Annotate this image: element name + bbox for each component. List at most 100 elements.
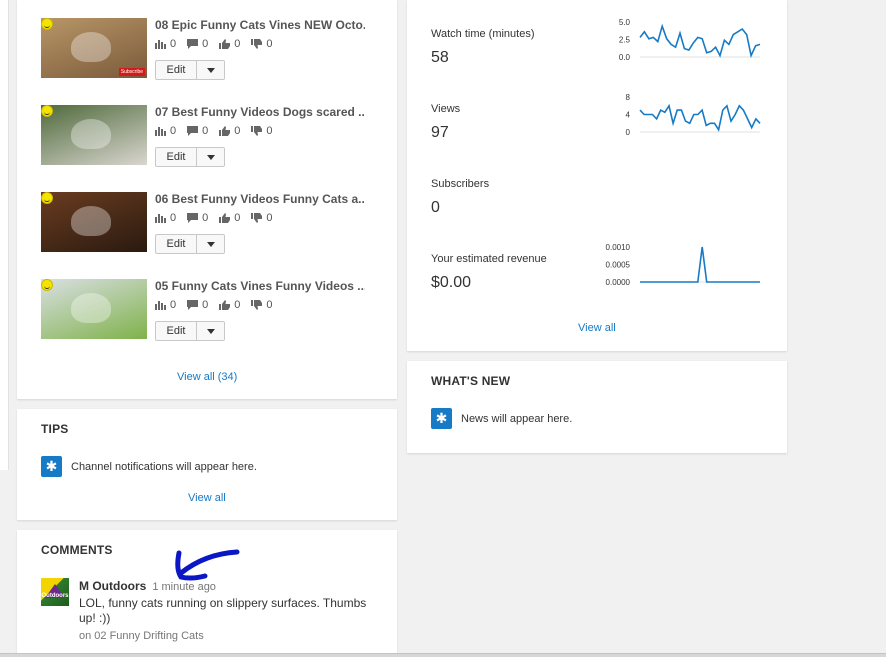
edit-dropdown-button[interactable] <box>197 147 225 167</box>
thumbs-up-icon <box>219 126 231 136</box>
video-thumbnail[interactable] <box>41 105 147 165</box>
video-thumbnail[interactable]: Subscribe <box>41 18 147 78</box>
comment-author[interactable]: M Outdoors <box>79 579 146 593</box>
smiley-icon <box>41 279 53 291</box>
comments-card: COMMENTS Outdoors M Outdoors 1 minute ago… <box>17 530 397 655</box>
dislikes-stat: 0 <box>251 299 273 311</box>
comment-video-reference[interactable]: on 02 Funny Drifting Cats <box>79 630 379 642</box>
sparkline-tick-label: 5.0 <box>619 18 631 27</box>
edit-dropdown-button[interactable] <box>197 60 225 80</box>
commenter-avatar[interactable]: Outdoors <box>41 578 69 606</box>
comment-icon <box>187 213 199 223</box>
recent-videos-card: Subscribe 08 Epic Funny Cats Vines NEW Oc… <box>17 0 397 399</box>
thumbs-up-icon <box>219 39 231 49</box>
metric-value: $0.00 <box>431 274 472 291</box>
metric-sparkline: 8 4 0 <box>626 93 761 137</box>
dislikes-stat: 0 <box>251 38 273 50</box>
smiley-icon <box>41 192 53 204</box>
videos-view-all-link[interactable]: View all (34) <box>177 371 237 383</box>
metric-sparkline: 5.0 2.5 0.0 <box>619 18 761 62</box>
metric-value: 58 <box>431 49 449 66</box>
views-count: 0 <box>170 212 177 224</box>
edit-button-group: Edit <box>155 234 225 254</box>
sparkline-tick-label: 0.0 <box>619 53 631 62</box>
arrow-annotation-icon <box>175 549 240 581</box>
chevron-down-icon <box>206 328 215 334</box>
edit-dropdown-button[interactable] <box>197 321 225 341</box>
video-row: 05 Funny Cats Vines Funny Videos ... 0 0 0 0… <box>41 279 401 343</box>
metric-value: 97 <box>431 124 449 141</box>
metric-label: Views <box>431 103 461 115</box>
video-title[interactable]: 05 Funny Cats Vines Funny Videos ... <box>155 279 365 293</box>
comments-count: 0 <box>202 38 209 50</box>
metric-value: 0 <box>431 199 440 216</box>
edit-button[interactable]: Edit <box>155 60 197 80</box>
whats-new-message: News will appear here. <box>461 413 573 425</box>
thumbs-down-icon <box>251 300 263 310</box>
likes-stat: 0 <box>219 212 240 224</box>
dislikes-count: 0 <box>266 299 273 311</box>
video-row: Subscribe 08 Epic Funny Cats Vines NEW Oc… <box>41 18 401 82</box>
likes-count: 0 <box>234 38 241 50</box>
comments-heading: COMMENTS <box>41 543 113 557</box>
views-stat: 0 <box>155 212 176 224</box>
likes-count: 0 <box>234 125 241 137</box>
thumbs-up-icon <box>219 213 231 223</box>
views-bar-icon <box>155 300 166 310</box>
smiley-icon <box>41 18 53 30</box>
views-stat: 0 <box>155 125 176 137</box>
metric-label: Your estimated revenue <box>431 253 547 265</box>
views-stat: 0 <box>155 299 176 311</box>
smiley-icon <box>41 105 53 117</box>
views-count: 0 <box>170 38 177 50</box>
edit-button[interactable]: Edit <box>155 321 197 341</box>
dislikes-count: 0 <box>266 38 273 50</box>
sparkline-tick-label: 4 <box>626 111 631 120</box>
video-title[interactable]: 08 Epic Funny Cats Vines NEW Octo... <box>155 18 365 32</box>
whats-new-heading: WHAT'S NEW <box>431 374 511 388</box>
star-info-icon: ✱ <box>41 456 62 477</box>
metric-label: Watch time (minutes) <box>431 28 535 40</box>
sparkline-tick-label: 0.0005 <box>606 261 631 270</box>
video-title[interactable]: 06 Best Funny Videos Funny Cats a... <box>155 192 365 206</box>
video-title[interactable]: 07 Best Funny Videos Dogs scared ... <box>155 105 365 119</box>
star-info-icon: ✱ <box>431 408 452 429</box>
thumbs-down-icon <box>251 39 263 49</box>
analytics-view-all-link[interactable]: View all <box>578 322 616 334</box>
left-sidebar-edge <box>0 0 9 470</box>
comments-count: 0 <box>202 125 209 137</box>
video-stats: 0 0 0 0 <box>155 38 284 50</box>
metric-sparkline: 0.0010 0.0005 0.0000 <box>606 243 760 287</box>
comment-icon <box>187 300 199 310</box>
sparkline-series <box>639 103 761 132</box>
video-stats: 0 0 0 0 <box>155 299 284 311</box>
sparkline-tick-label: 2.5 <box>619 36 631 45</box>
edit-button[interactable]: Edit <box>155 234 197 254</box>
likes-stat: 0 <box>219 38 240 50</box>
sparkline-tick-label: 0.0010 <box>606 243 631 252</box>
comments-count: 0 <box>202 299 209 311</box>
views-count: 0 <box>170 299 177 311</box>
thumbs-up-icon <box>219 300 231 310</box>
comments-stat: 0 <box>187 299 208 311</box>
views-bar-icon <box>155 126 166 136</box>
comments-stat: 0 <box>187 212 208 224</box>
likes-stat: 0 <box>219 125 240 137</box>
tips-view-all-link[interactable]: View all <box>188 492 226 504</box>
edit-dropdown-button[interactable] <box>197 234 225 254</box>
chevron-down-icon <box>206 154 215 160</box>
comments-stat: 0 <box>187 125 208 137</box>
comment-icon <box>187 126 199 136</box>
edit-button[interactable]: Edit <box>155 147 197 167</box>
chevron-down-icon <box>206 67 215 73</box>
bottom-scroll-strip <box>0 653 886 657</box>
sparkline-series <box>639 23 761 59</box>
sparkline-tick-label: 8 <box>626 93 631 102</box>
comments-count: 0 <box>202 212 209 224</box>
video-thumbnail[interactable] <box>41 192 147 252</box>
chevron-down-icon <box>206 241 215 247</box>
comments-stat: 0 <box>187 38 208 50</box>
video-row: 07 Best Funny Videos Dogs scared ... 0 0 0 0… <box>41 105 401 169</box>
thumbnail-badge: Subscribe <box>118 68 145 76</box>
video-thumbnail[interactable] <box>41 279 147 339</box>
